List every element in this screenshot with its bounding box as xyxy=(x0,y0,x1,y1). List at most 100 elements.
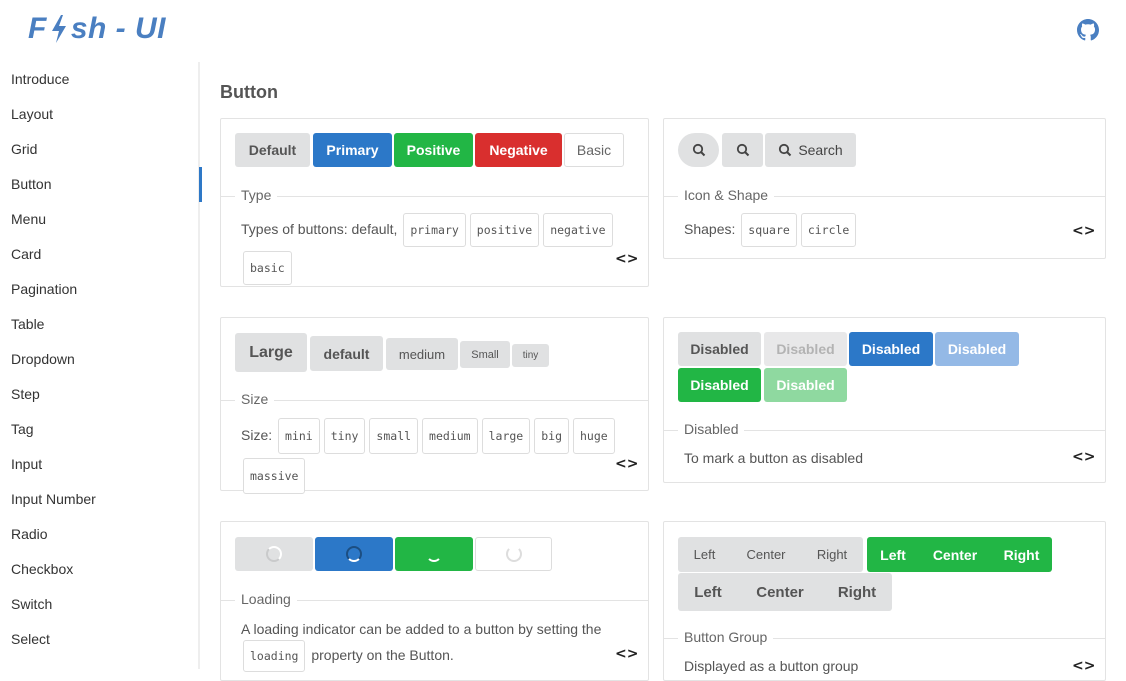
button-group-card: Left Center Right Left Center Right Left… xyxy=(663,521,1106,681)
type-description: Types of buttons: default, primary positi… xyxy=(241,213,631,289)
logo[interactable]: F sh - UI xyxy=(28,12,166,46)
disabled-positive-button[interactable]: Disabled xyxy=(678,368,761,402)
code-large: large xyxy=(481,418,531,454)
size-card: Large default medium Small tiny Size Siz… xyxy=(220,317,649,494)
search-button[interactable]: Search xyxy=(765,133,856,167)
disabled-card: Disabled Disabled Disabled Disabled Disa… xyxy=(663,317,1106,483)
code-primary: primary xyxy=(403,213,466,247)
type-card: Default Primary Positive Negative Basic … xyxy=(220,118,649,287)
legend-label: Disabled xyxy=(678,421,745,437)
code-massive: massive xyxy=(243,458,306,494)
show-code-toggle[interactable]: <> xyxy=(615,456,638,472)
legend-label: Button Group xyxy=(678,629,774,645)
loading-positive-button[interactable] xyxy=(395,537,473,571)
sidebar-item-select[interactable]: Select xyxy=(0,622,200,657)
logo-suffix: sh - UI xyxy=(70,12,166,45)
sidebar-item-input-number[interactable]: Input Number xyxy=(0,482,200,517)
code-square: square xyxy=(741,213,797,247)
icon-shape-description: Shapes: square circle xyxy=(684,213,858,251)
disabled-description: To mark a button as disabled xyxy=(684,450,863,466)
group-center-button[interactable]: Center xyxy=(731,537,801,572)
loading-card: Loading A loading indicator can be added… xyxy=(220,521,649,681)
default-button[interactable]: Default xyxy=(235,133,310,167)
code-medium: medium xyxy=(422,418,478,454)
square-search-button[interactable] xyxy=(722,133,763,167)
code-small: small xyxy=(369,418,419,454)
icon-shape-legend: Icon & Shape xyxy=(664,187,1105,203)
disabled-primary-faded-button[interactable]: Disabled xyxy=(935,332,1019,366)
show-code-toggle[interactable]: <> xyxy=(615,251,638,267)
sidebar-item-dropdown[interactable]: Dropdown xyxy=(0,342,200,377)
spinner-icon xyxy=(266,546,282,562)
show-code-toggle[interactable]: <> xyxy=(1072,223,1095,239)
bolt-icon xyxy=(51,15,66,43)
description-line-1: A loading indicator can be added to a bu… xyxy=(241,621,602,637)
loading-primary-button[interactable] xyxy=(315,537,393,571)
group-left-button[interactable]: Left xyxy=(678,537,731,572)
type-legend: Type xyxy=(221,187,648,203)
sidebar-item-tag[interactable]: Tag xyxy=(0,412,200,447)
button-group-default: Left Center Right xyxy=(678,537,863,572)
sidebar-item-step[interactable]: Step xyxy=(0,377,200,412)
basic-button[interactable]: Basic xyxy=(564,133,624,167)
sidebar-item-switch[interactable]: Switch xyxy=(0,587,200,622)
negative-button[interactable]: Negative xyxy=(475,133,562,167)
sidebar-item-table[interactable]: Table xyxy=(0,307,200,342)
group-right-button[interactable]: Right xyxy=(991,537,1052,572)
sidebar-item-radio[interactable]: Radio xyxy=(0,517,200,552)
loading-default-button[interactable] xyxy=(235,537,313,571)
group-left-button[interactable]: Left xyxy=(678,573,738,611)
description-text: Types of buttons: default, xyxy=(241,221,398,237)
disabled-default-faded-button[interactable]: Disabled xyxy=(764,332,847,366)
show-code-toggle[interactable]: <> xyxy=(1072,449,1095,465)
positive-button[interactable]: Positive xyxy=(394,133,473,167)
header: F sh - UI xyxy=(0,0,1126,60)
default-size-button[interactable]: default xyxy=(310,336,383,371)
medium-button[interactable]: medium xyxy=(386,338,458,370)
disabled-primary-button[interactable]: Disabled xyxy=(849,332,933,366)
group-left-button[interactable]: Left xyxy=(867,537,919,572)
small-button[interactable]: Small xyxy=(460,341,510,368)
icon-shape-card: Search Icon & Shape Shapes: square circle… xyxy=(663,118,1106,259)
tiny-button[interactable]: tiny xyxy=(512,344,549,367)
button-group-large: Left Center Right xyxy=(678,573,892,611)
spinner-icon xyxy=(426,546,442,562)
circle-search-button[interactable] xyxy=(678,133,719,167)
legend-label: Icon & Shape xyxy=(678,187,775,203)
disabled-default-button[interactable]: Disabled xyxy=(678,332,761,366)
group-right-button[interactable]: Right xyxy=(822,573,892,611)
search-icon xyxy=(736,143,749,157)
group-center-button[interactable]: Center xyxy=(738,573,822,611)
loading-description: A loading indicator can be added to a bu… xyxy=(241,618,621,676)
disabled-legend: Disabled xyxy=(664,421,1105,437)
sidebar-item-menu[interactable]: Menu xyxy=(0,202,200,237)
sidebar-item-grid[interactable]: Grid xyxy=(0,132,200,167)
sidebar-item-pagination[interactable]: Pagination xyxy=(0,272,200,307)
description-text: Shapes: xyxy=(684,221,736,237)
group-center-button[interactable]: Center xyxy=(919,537,991,572)
code-positive: positive xyxy=(469,213,540,247)
logo-prefix: F xyxy=(28,12,47,45)
show-code-toggle[interactable]: <> xyxy=(615,646,638,662)
code-negative: negative xyxy=(543,213,613,247)
code-loading: loading xyxy=(243,640,306,672)
code-mini: mini xyxy=(278,418,320,454)
sidebar-item-checkbox[interactable]: Checkbox xyxy=(0,552,200,587)
loading-legend: Loading xyxy=(221,591,648,607)
primary-button[interactable]: Primary xyxy=(313,133,392,167)
group-right-button[interactable]: Right xyxy=(801,537,863,572)
sidebar-item-layout[interactable]: Layout xyxy=(0,97,200,132)
sidebar-item-input[interactable]: Input xyxy=(0,447,200,482)
loading-basic-button[interactable] xyxy=(475,537,552,571)
large-button[interactable]: Large xyxy=(235,333,307,372)
spinner-icon xyxy=(505,546,522,562)
search-button-label: Search xyxy=(798,142,843,158)
disabled-positive-faded-button[interactable]: Disabled xyxy=(764,368,847,402)
description-text: Size: xyxy=(241,427,273,443)
sidebar-item-button[interactable]: Button xyxy=(0,167,202,202)
legend-label: Type xyxy=(235,187,278,203)
show-code-toggle[interactable]: <> xyxy=(1072,658,1095,674)
github-icon[interactable] xyxy=(1077,19,1099,41)
sidebar-item-card[interactable]: Card xyxy=(0,237,200,272)
sidebar-item-introduce[interactable]: Introduce xyxy=(0,62,200,97)
